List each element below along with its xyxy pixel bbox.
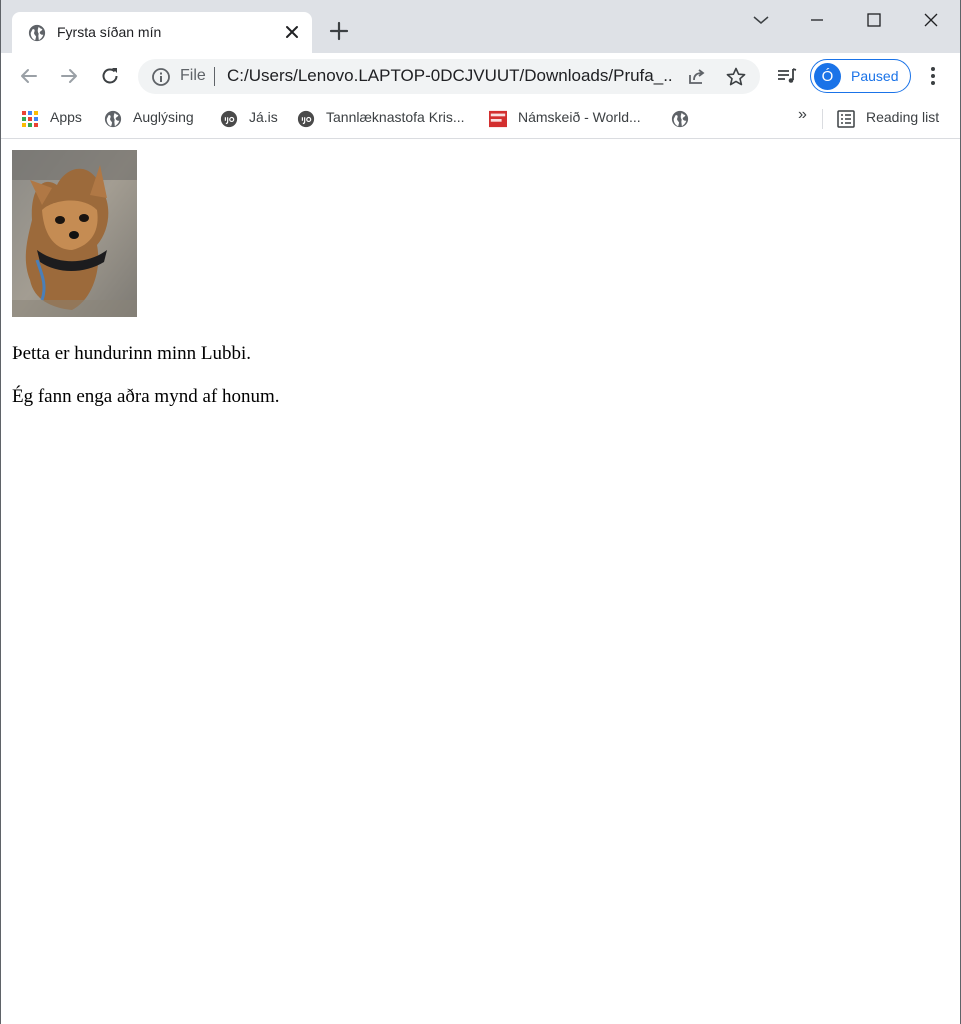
ja-icon: [297, 110, 315, 128]
bookmark-label: Apps: [50, 109, 82, 125]
avatar: Ó: [814, 63, 841, 90]
window-close-icon[interactable]: [919, 8, 943, 32]
dog-photo: [12, 150, 137, 317]
tab-strip: Fyrsta síðan mín: [1, 0, 960, 53]
page-content: Þetta er hundurinn minn Lubbi. Ég fann e…: [1, 140, 960, 1024]
bookmark-globe[interactable]: [671, 108, 691, 130]
media-controls-icon[interactable]: [775, 64, 799, 88]
globe-icon: [104, 110, 122, 128]
browser-window: Fyrsta síðan mín File C:/Users/Lenovo.LA…: [0, 0, 961, 1024]
bookmark-label: Já.is: [249, 109, 278, 125]
paragraph-note: Ég fann enga aðra mynd af honum.: [12, 386, 280, 407]
profile-button[interactable]: Ó Paused: [810, 59, 911, 93]
minimize-icon[interactable]: [805, 8, 829, 32]
toolbar: File C:/Users/Lenovo.LAPTOP-0DCJVUUT/Dow…: [1, 53, 960, 100]
globe-icon: [671, 110, 689, 128]
bookmark-label: Auglýsing: [133, 109, 194, 125]
apps-grid-icon: [22, 111, 38, 127]
maximize-icon[interactable]: [862, 8, 886, 32]
bookmark-label: Námskeið - World...: [518, 109, 641, 125]
forward-arrow-icon[interactable]: [57, 64, 81, 88]
bookmarks-bar: Apps Auglýsing Já.is Tannlæknastofa Kris…: [1, 100, 960, 139]
reading-list-label: Reading list: [866, 109, 940, 125]
back-arrow-icon[interactable]: [17, 64, 41, 88]
url-scheme: File: [180, 67, 206, 84]
close-icon[interactable]: [283, 23, 301, 41]
world-class-icon: [489, 110, 507, 128]
reload-icon[interactable]: [98, 64, 122, 88]
tab-search-chevron-icon[interactable]: [749, 8, 773, 32]
globe-icon: [28, 24, 46, 42]
bookmark-star-icon[interactable]: [725, 66, 747, 88]
bookmark-label: Tannlæknastofa Kris...: [326, 109, 465, 125]
url-separator: [214, 67, 215, 86]
paragraph-intro: Þetta er hundurinn minn Lubbi.: [12, 343, 252, 364]
profile-status: Paused: [851, 68, 899, 84]
ja-icon: [220, 110, 238, 128]
share-icon[interactable]: [686, 66, 708, 88]
url-text[interactable]: C:/Users/Lenovo.LAPTOP-0DCJVUUT/Download…: [227, 66, 672, 86]
bookmarks-overflow-button[interactable]: »: [798, 106, 807, 124]
info-icon[interactable]: [151, 67, 171, 87]
more-menu-icon[interactable]: [921, 64, 945, 88]
new-tab-plus-icon[interactable]: [328, 20, 350, 42]
address-bar[interactable]: File C:/Users/Lenovo.LAPTOP-0DCJVUUT/Dow…: [138, 59, 760, 94]
tab-active[interactable]: Fyrsta síðan mín: [12, 12, 312, 53]
reading-list-icon: [837, 110, 855, 128]
bookmarks-divider: [822, 109, 823, 129]
tab-title: Fyrsta síðan mín: [57, 24, 162, 40]
